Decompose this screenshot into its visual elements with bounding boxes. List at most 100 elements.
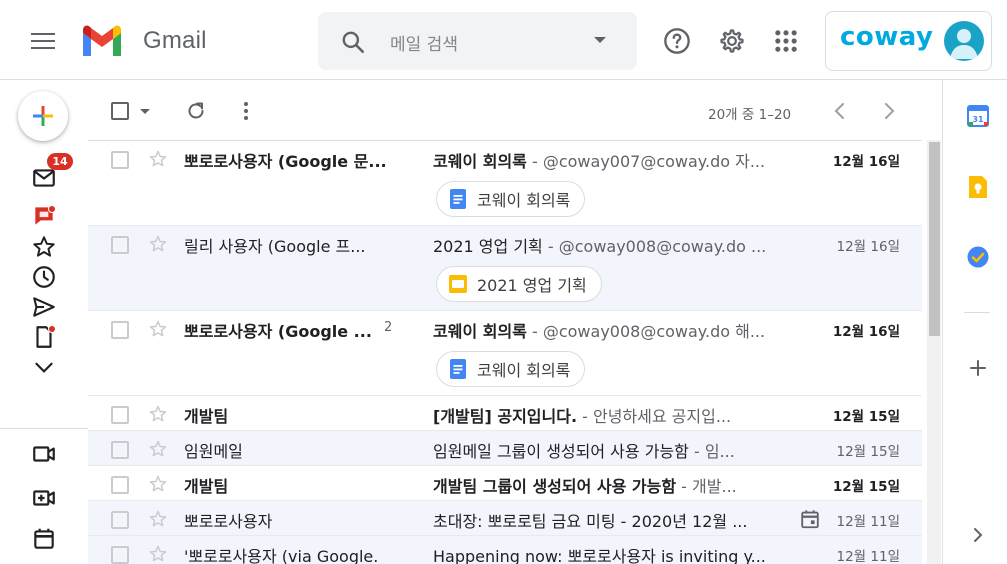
- compose-plus-icon: [33, 106, 53, 126]
- email-row[interactable]: 릴리 사용자 (Google 프... 2021 영업 기획 - @coway0…: [88, 226, 922, 311]
- email-sender: 뽀로로사용자 (Google ...: [184, 322, 372, 341]
- email-subject: 초대장: 뽀로로팀 금요 미팅 - 2020년 12월 ...: [433, 512, 748, 531]
- older-page-chevron-left-icon[interactable]: [828, 99, 852, 123]
- select-options-caret-icon[interactable]: [140, 109, 150, 114]
- thread-count: 2: [384, 320, 393, 335]
- starred-icon[interactable]: [31, 234, 57, 260]
- email-date: 12월 16일: [832, 154, 900, 170]
- compose-button[interactable]: [18, 91, 68, 141]
- snoozed-clock-icon[interactable]: [31, 264, 57, 290]
- star-toggle-icon[interactable]: [148, 544, 168, 564]
- star-toggle-icon[interactable]: [148, 319, 168, 339]
- email-subject-line: 코웨이 회의록 - @coway008@coway.do 해...: [433, 318, 785, 342]
- email-subject: Happening now: 뽀로로사용자 is inviting y...: [433, 547, 766, 564]
- star-toggle-icon[interactable]: [148, 149, 168, 169]
- sent-icon[interactable]: [31, 294, 57, 320]
- email-subject-line: 2021 영업 기획 - @coway008@coway.do ...: [433, 233, 785, 257]
- email-sender: 릴리 사용자 (Google 프...: [184, 237, 366, 256]
- help-icon[interactable]: [663, 27, 691, 55]
- email-date: 12월 11일: [836, 514, 901, 530]
- email-date: 12월 15일: [832, 479, 900, 495]
- email-select-checkbox[interactable]: [111, 151, 129, 169]
- more-options-vertical-icon[interactable]: [234, 99, 258, 123]
- email-subject-line: [개발팀] 공지입니다. - 안녕하세요 공지입...: [433, 403, 785, 427]
- email-select-checkbox[interactable]: [111, 236, 129, 254]
- attachment-label: 코웨이 회의록: [477, 361, 571, 380]
- email-subject: 코웨이 회의록: [433, 322, 527, 341]
- google-calendar-icon[interactable]: 31: [966, 104, 990, 128]
- email-select-checkbox[interactable]: [111, 406, 129, 424]
- email-subject: [개발팀] 공지입니다.: [433, 407, 578, 426]
- email-subject-line: 코웨이 회의록 - @coway007@coway.do 자...: [433, 148, 785, 172]
- newer-page-chevron-right-icon[interactable]: [877, 99, 901, 123]
- side-panel: [942, 80, 1007, 564]
- gmail-logo[interactable]: [80, 25, 124, 57]
- email-select-checkbox[interactable]: [111, 511, 129, 529]
- email-subject-line: 임원메일 그룹이 생성되어 사용 가능함 - 임...: [433, 438, 785, 462]
- star-toggle-icon[interactable]: [148, 474, 168, 494]
- email-snippet: - @coway008@coway.do 해...: [526, 322, 766, 341]
- star-toggle-icon[interactable]: [148, 234, 168, 254]
- app-header: Gmail 메일 검색 coway: [0, 0, 1007, 80]
- email-sender: 개발팀: [184, 477, 229, 496]
- calendar-invite-icon[interactable]: [799, 508, 821, 530]
- email-select-checkbox[interactable]: [111, 321, 129, 339]
- email-subject-line: 개발팀 그룹이 생성되어 사용 가능함 - 개발...: [433, 473, 785, 497]
- search-icon[interactable]: [340, 29, 366, 55]
- refresh-icon[interactable]: [184, 99, 208, 123]
- email-row[interactable]: 개발팀 [개발팀] 공지입니다. - 안녕하세요 공지입... 12월 15일: [88, 396, 922, 431]
- settings-gear-icon[interactable]: [718, 27, 746, 55]
- calendar-meetings-icon[interactable]: [31, 526, 57, 552]
- drafts-notification-dot: [48, 325, 56, 333]
- email-subject: 코웨이 회의록: [433, 152, 527, 171]
- show-side-panel-chevron-right-icon[interactable]: [966, 523, 990, 547]
- add-addon-plus-icon[interactable]: [966, 356, 990, 380]
- google-keep-icon[interactable]: [966, 175, 990, 199]
- email-sender: 임원메일: [184, 442, 243, 461]
- email-select-checkbox[interactable]: [111, 546, 129, 564]
- email-row[interactable]: 개발팀 개발팀 그룹이 생성되어 사용 가능함 - 개발... 12월 15일: [88, 466, 922, 501]
- email-row[interactable]: '뽀로로사용자 (via Google. Happening now: 뽀로로사…: [88, 536, 922, 564]
- email-date: 12월 16일: [836, 239, 901, 255]
- star-toggle-icon[interactable]: [148, 404, 168, 424]
- main-menu-icon[interactable]: [31, 30, 55, 50]
- attachment-chip[interactable]: 코웨이 회의록: [436, 181, 586, 217]
- attachment-chip[interactable]: 코웨이 회의록: [436, 351, 586, 387]
- account-switcher[interactable]: coway: [825, 11, 992, 71]
- app-name: Gmail: [143, 27, 207, 54]
- email-subject-line: 초대장: 뽀로로팀 금요 미팅 - 2020년 12월 ...: [433, 508, 783, 532]
- email-snippet: - 개발...: [676, 477, 737, 496]
- scrollbar-thumb[interactable]: [929, 142, 940, 336]
- organization-logo: coway: [840, 22, 934, 52]
- email-select-checkbox[interactable]: [111, 476, 129, 494]
- search-bar[interactable]: 메일 검색: [318, 12, 637, 70]
- email-row[interactable]: 뽀로로사용자 초대장: 뽀로로팀 금요 미팅 - 2020년 12월 ... 1…: [88, 501, 922, 536]
- email-select-checkbox[interactable]: [111, 441, 129, 459]
- email-sender: '뽀로로사용자 (via Google.: [184, 547, 379, 564]
- star-toggle-icon[interactable]: [148, 509, 168, 529]
- email-snippet: - 안녕하세요 공지입...: [577, 407, 732, 426]
- rail-divider: [0, 428, 88, 429]
- unread-count-badge: 14: [47, 153, 73, 170]
- email-row[interactable]: 뽀로로사용자 (Google ... 2 코웨이 회의록 - @coway008…: [88, 311, 922, 396]
- more-chevron-down-icon[interactable]: [31, 354, 57, 380]
- email-date: 12월 15일: [832, 409, 900, 425]
- account-avatar-icon[interactable]: [944, 21, 984, 61]
- select-all-checkbox[interactable]: [111, 102, 129, 120]
- pagination-range: 20개 중 1–20: [708, 107, 792, 123]
- email-sender: 뽀로로사용자: [184, 512, 273, 531]
- star-toggle-icon[interactable]: [148, 439, 168, 459]
- google-tasks-icon[interactable]: [966, 245, 990, 269]
- email-subject-line: Happening now: 뽀로로사용자 is inviting y...: [433, 543, 785, 564]
- new-meeting-icon[interactable]: [31, 485, 57, 511]
- search-options-icon[interactable]: [594, 37, 606, 43]
- attachment-chip[interactable]: 2021 영업 기획: [436, 266, 602, 302]
- search-input[interactable]: 메일 검색: [390, 30, 458, 55]
- apps-grid-icon[interactable]: [772, 27, 800, 55]
- email-row[interactable]: 뽀로로사용자 (Google 문... 코웨이 회의록 - @coway007@…: [88, 141, 922, 226]
- email-date: 12월 16일: [832, 324, 900, 340]
- attachment-label: 코웨이 회의록: [477, 191, 571, 210]
- email-row[interactable]: 임원메일 임원메일 그룹이 생성되어 사용 가능함 - 임... 12월 15일: [88, 431, 922, 466]
- meet-video-icon[interactable]: [31, 441, 57, 467]
- google-slides-icon: [449, 275, 467, 293]
